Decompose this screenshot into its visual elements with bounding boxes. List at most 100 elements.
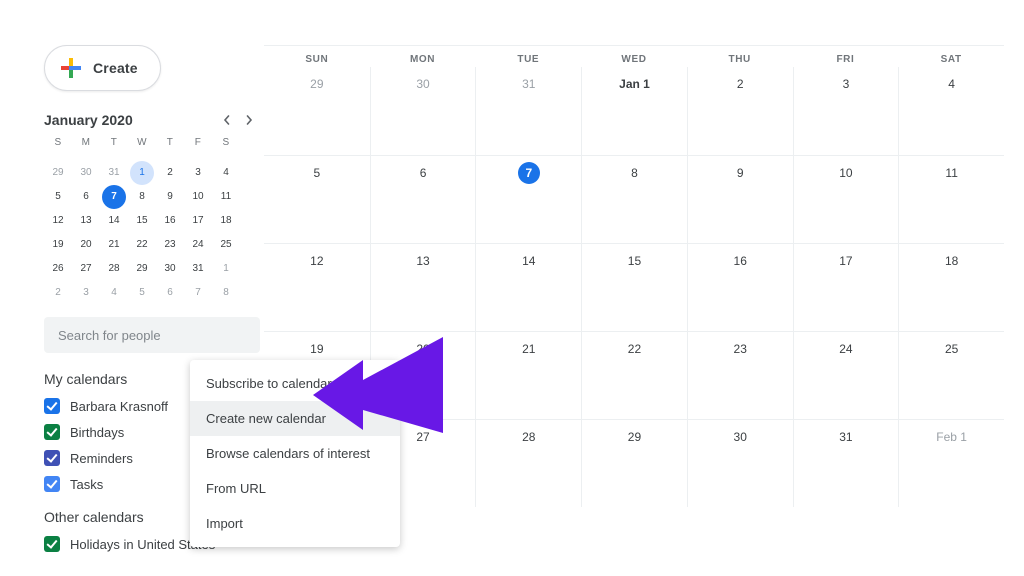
mini-dow-cell: W [128,137,156,161]
mini-day-cell[interactable]: 6 [158,281,182,305]
mini-day-cell[interactable]: 30 [74,161,98,185]
mini-day-cell[interactable]: 27 [74,257,98,281]
date-cell[interactable]: 10 [793,155,899,243]
date-cell[interactable]: 30 [687,419,793,507]
mini-day-cell[interactable]: 4 [102,281,126,305]
mini-day-cell[interactable]: 7 [186,281,210,305]
mini-day-cell[interactable]: 2 [158,161,182,185]
date-cell[interactable]: 2 [687,67,793,155]
date-cell[interactable]: 25 [898,331,1004,419]
calendar-checkbox[interactable] [44,398,60,414]
date-cell[interactable]: 5 [264,155,370,243]
date-cell[interactable]: Jan 1 [581,67,687,155]
mini-day-cell[interactable]: 31 [102,161,126,185]
mini-day-cell[interactable]: 29 [46,161,70,185]
date-label: 2 [729,73,751,95]
mini-day-cell[interactable]: 3 [74,281,98,305]
date-cell[interactable]: 17 [793,243,899,331]
weekday-header-cell: MON [370,46,476,67]
date-cell[interactable]: 22 [581,331,687,419]
mini-day-cell[interactable]: 19 [46,233,70,257]
mini-day-cell[interactable]: 20 [74,233,98,257]
calendar-checkbox[interactable] [44,536,60,552]
date-cell[interactable]: 15 [581,243,687,331]
date-cell[interactable]: 28 [475,419,581,507]
calendar-checkbox[interactable] [44,424,60,440]
calendar-checkbox[interactable] [44,450,60,466]
menu-item[interactable]: From URL [190,471,400,506]
mini-day-cell[interactable]: 21 [102,233,126,257]
date-label: 30 [412,73,434,95]
mini-day-cell[interactable]: 15 [130,209,154,233]
mini-day-cell[interactable]: 3 [186,161,210,185]
date-cell[interactable]: 31 [793,419,899,507]
mini-day-cell[interactable]: 7 [102,185,126,209]
date-cell[interactable]: 18 [898,243,1004,331]
mini-day-cell[interactable]: 5 [130,281,154,305]
date-cell[interactable]: 16 [687,243,793,331]
date-label: 24 [835,338,857,360]
mini-day-cell[interactable]: 8 [214,281,238,305]
calendar-checkbox[interactable] [44,476,60,492]
date-label: 23 [729,338,751,360]
mini-day-cell[interactable]: 14 [102,209,126,233]
date-cell[interactable]: 6 [370,155,476,243]
date-label: 18 [941,250,963,272]
mini-day-cell[interactable]: 22 [130,233,154,257]
date-cell[interactable]: 23 [687,331,793,419]
mini-day-cell[interactable]: 10 [186,185,210,209]
date-cell[interactable]: 31 [475,67,581,155]
mini-day-cell[interactable]: 28 [102,257,126,281]
date-label: 16 [729,250,751,272]
date-cell[interactable]: 30 [370,67,476,155]
menu-item[interactable]: Browse calendars of interest [190,436,400,471]
mini-day-cell[interactable]: 11 [214,185,238,209]
menu-item[interactable]: Import [190,506,400,541]
date-cell[interactable]: 9 [687,155,793,243]
mini-day-cell[interactable]: 2 [46,281,70,305]
mini-day-cell[interactable]: 16 [158,209,182,233]
mini-day-cell[interactable]: 18 [214,209,238,233]
mini-day-cell[interactable]: 25 [214,233,238,257]
date-label: 27 [412,426,434,448]
mini-day-cell[interactable]: 6 [74,185,98,209]
date-label: 31 [835,426,857,448]
mini-day-cell[interactable]: 26 [46,257,70,281]
mini-day-cell[interactable]: 1 [214,257,238,281]
mini-day-cell[interactable]: 31 [186,257,210,281]
mini-day-cell[interactable]: 1 [130,161,154,185]
date-cell[interactable]: 7 [475,155,581,243]
mini-day-cell[interactable]: 4 [214,161,238,185]
date-cell[interactable]: 13 [370,243,476,331]
mini-day-cell[interactable]: 24 [186,233,210,257]
mini-day-cell[interactable]: 29 [130,257,154,281]
date-cell[interactable]: 21 [475,331,581,419]
menu-item[interactable]: Subscribe to calendar [190,366,400,401]
date-cell[interactable]: 24 [793,331,899,419]
date-cell[interactable]: 11 [898,155,1004,243]
date-cell[interactable]: 29 [581,419,687,507]
weekday-header-cell: SAT [898,46,1004,67]
mini-next-button[interactable] [238,109,260,131]
create-button[interactable]: Create [44,45,161,91]
mini-day-cell[interactable]: 5 [46,185,70,209]
mini-day-cell[interactable]: 23 [158,233,182,257]
mini-day-cell[interactable]: 9 [158,185,182,209]
date-cell[interactable]: 4 [898,67,1004,155]
search-people-input[interactable] [44,317,260,353]
mini-day-cell[interactable]: 8 [130,185,154,209]
date-cell[interactable]: Feb 1 [898,419,1004,507]
date-cell[interactable]: 8 [581,155,687,243]
date-cell[interactable]: 12 [264,243,370,331]
weekday-header-cell: THU [687,46,793,67]
mini-prev-button[interactable] [216,109,238,131]
my-calendars-heading: My calendars [44,371,127,387]
mini-day-cell[interactable]: 12 [46,209,70,233]
mini-day-cell[interactable]: 17 [186,209,210,233]
mini-day-cell[interactable]: 13 [74,209,98,233]
date-cell[interactable]: 29 [264,67,370,155]
mini-day-cell[interactable]: 30 [158,257,182,281]
date-cell[interactable]: 3 [793,67,899,155]
menu-item[interactable]: Create new calendar [190,401,400,436]
date-cell[interactable]: 14 [475,243,581,331]
